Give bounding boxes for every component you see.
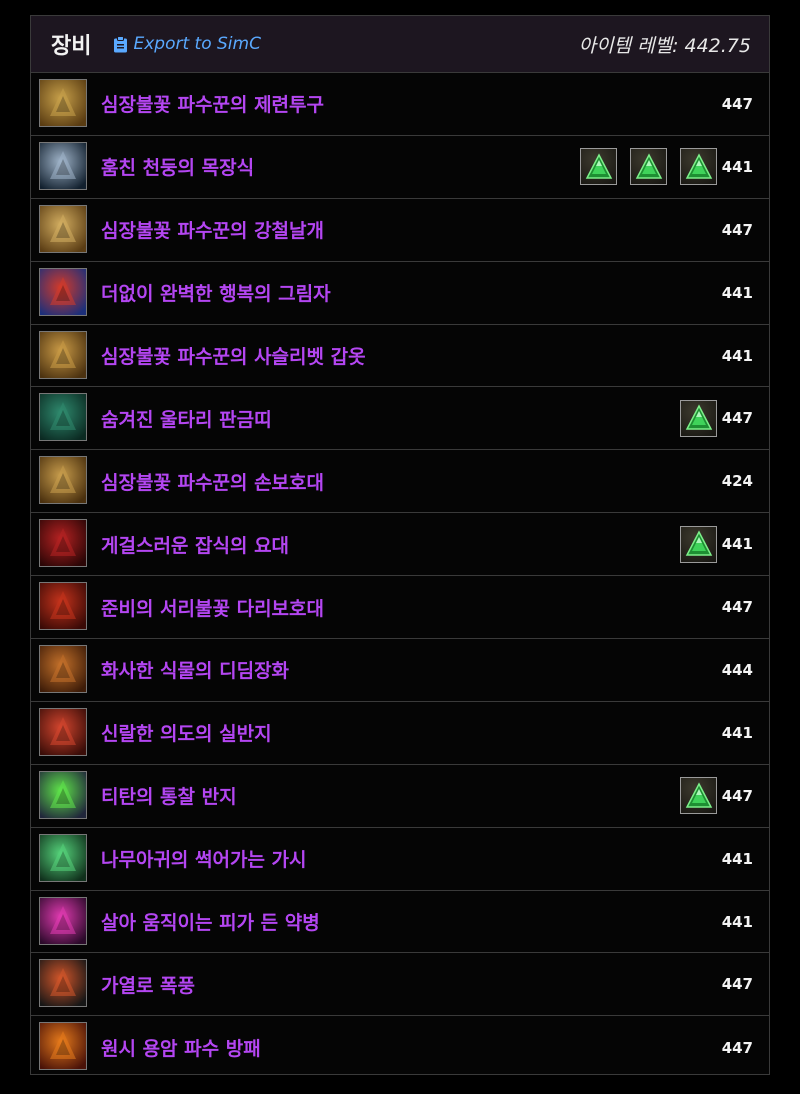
clipboard-icon: [114, 35, 128, 52]
item-level: 441: [721, 912, 753, 931]
item-name[interactable]: 준비의 서리불꽃 다리보호대: [101, 594, 324, 621]
item-level: 441: [721, 849, 753, 868]
red-cloak-icon[interactable]: [39, 267, 87, 316]
item-row[interactable]: 게걸스러운 잡식의 요대 441: [31, 513, 769, 577]
item-row[interactable]: 심장불꽃 파수꾼의 제련투구 447: [31, 73, 769, 136]
item-row[interactable]: 나무아귀의 썩어가는 가시 441: [31, 828, 769, 891]
leather-boots-icon[interactable]: [39, 645, 87, 694]
gem-sockets: [680, 525, 717, 563]
green-gem-icon[interactable]: [680, 777, 717, 815]
red-legs-icon[interactable]: [39, 582, 87, 631]
dark-axe-icon[interactable]: [39, 959, 87, 1008]
item-name[interactable]: 나무아귀의 썩어가는 가시: [101, 845, 307, 872]
item-level: 447: [721, 94, 753, 113]
item-row[interactable]: 티탄의 통찰 반지 447: [31, 765, 769, 828]
item-name[interactable]: 훔친 천둥의 목장식: [101, 153, 254, 180]
item-level: 444: [721, 660, 753, 679]
item-name[interactable]: 살아 움직이는 피가 든 약병: [101, 908, 320, 935]
item-name[interactable]: 심장불꽃 파수꾼의 손보호대: [101, 468, 324, 495]
gem-sockets: [680, 399, 717, 437]
panel-header: 장비 Export to SimC 아이템 레벨: 442.75: [31, 16, 769, 73]
item-name[interactable]: 티탄의 통찰 반지: [101, 782, 237, 809]
green-gem-icon[interactable]: [680, 525, 717, 563]
item-name[interactable]: 가열로 폭풍: [101, 971, 195, 998]
panel-title: 장비: [51, 34, 92, 59]
item-row[interactable]: 심장불꽃 파수꾼의 손보호대 424: [31, 450, 769, 514]
item-name[interactable]: 게걸스러운 잡식의 요대: [101, 531, 289, 558]
storm-necklace-icon[interactable]: [39, 141, 87, 190]
item-row[interactable]: 심장불꽃 파수꾼의 강철날개 447: [31, 199, 769, 262]
item-level: 447: [721, 220, 753, 239]
item-level: 447: [721, 409, 753, 428]
green-gem-icon[interactable]: [630, 148, 667, 186]
item-level: 447: [721, 786, 753, 805]
item-row[interactable]: 훔친 천둥의 목장식 441: [31, 136, 769, 199]
gem-sockets: [580, 148, 717, 186]
equipment-panel: 장비 Export to SimC 아이템 레벨: 442.75 심장불꽃 파수…: [30, 15, 770, 1075]
item-level: 441: [721, 346, 753, 365]
item-name[interactable]: 심장불꽃 파수꾼의 사슬리벳 갑옷: [101, 342, 366, 369]
lava-shield-icon[interactable]: [39, 1022, 87, 1071]
gold-shoulders-icon[interactable]: [39, 204, 87, 253]
green-thorn-icon[interactable]: [39, 833, 87, 882]
item-name[interactable]: 원시 용암 파수 방패: [101, 1034, 261, 1061]
item-level: 441: [721, 157, 753, 176]
item-row[interactable]: 원시 용암 파수 방패 447: [31, 1016, 769, 1079]
gold-gauntlets-icon[interactable]: [39, 456, 87, 505]
green-gem-icon[interactable]: [580, 148, 617, 186]
item-row[interactable]: 가열로 폭풍 447: [31, 953, 769, 1017]
export-simc-link[interactable]: Export to SimC: [113, 34, 261, 54]
item-level: 424: [721, 472, 753, 491]
item-name[interactable]: 숨겨진 울타리 판금띠: [101, 405, 272, 432]
item-row[interactable]: 숨겨진 울타리 판금띠 447: [31, 387, 769, 451]
red-belt-icon[interactable]: [39, 519, 87, 568]
item-level: 447: [721, 598, 753, 617]
green-gem-icon[interactable]: [680, 148, 717, 186]
item-level: 447: [721, 975, 753, 994]
item-name[interactable]: 심장불꽃 파수꾼의 강철날개: [101, 216, 324, 243]
item-level-summary: 아이템 레벨: 442.75: [578, 34, 751, 57]
item-name[interactable]: 심장불꽃 파수꾼의 제련투구: [101, 90, 324, 117]
item-name[interactable]: 더없이 완벽한 행복의 그림자: [101, 279, 331, 306]
item-name[interactable]: 신랄한 의도의 실반지: [101, 719, 272, 746]
item-row[interactable]: 화사한 식물의 디딤장화 444: [31, 639, 769, 702]
gold-helm-icon[interactable]: [39, 79, 87, 127]
item-list: 심장불꽃 파수꾼의 제련투구 447 훔친 천둥의 목장식 441 심장불꽃 파수꾼의 …: [31, 73, 769, 1079]
gold-chest-icon[interactable]: [39, 330, 87, 379]
item-level: 441: [721, 723, 753, 742]
item-row[interactable]: 더없이 완벽한 행복의 그림자 441: [31, 262, 769, 325]
export-label: Export to SimC: [133, 34, 261, 54]
gem-sockets: [680, 777, 717, 815]
item-level: 441: [721, 283, 753, 302]
item-name[interactable]: 화사한 식물의 디딤장화: [101, 656, 289, 683]
item-level: 441: [721, 535, 753, 554]
item-row[interactable]: 심장불꽃 파수꾼의 사슬리벳 갑옷 441: [31, 325, 769, 388]
green-ring-icon[interactable]: [39, 770, 87, 819]
item-row[interactable]: 신랄한 의도의 실반지 441: [31, 702, 769, 765]
green-gem-icon[interactable]: [680, 399, 717, 437]
pink-vial-icon[interactable]: [39, 896, 87, 945]
item-row[interactable]: 준비의 서리불꽃 다리보호대 447: [31, 576, 769, 640]
item-row[interactable]: 살아 움직이는 피가 든 약병 441: [31, 891, 769, 954]
item-level: 447: [721, 1038, 753, 1057]
red-ring-icon[interactable]: [39, 707, 87, 756]
green-bracer-icon[interactable]: [39, 393, 87, 442]
